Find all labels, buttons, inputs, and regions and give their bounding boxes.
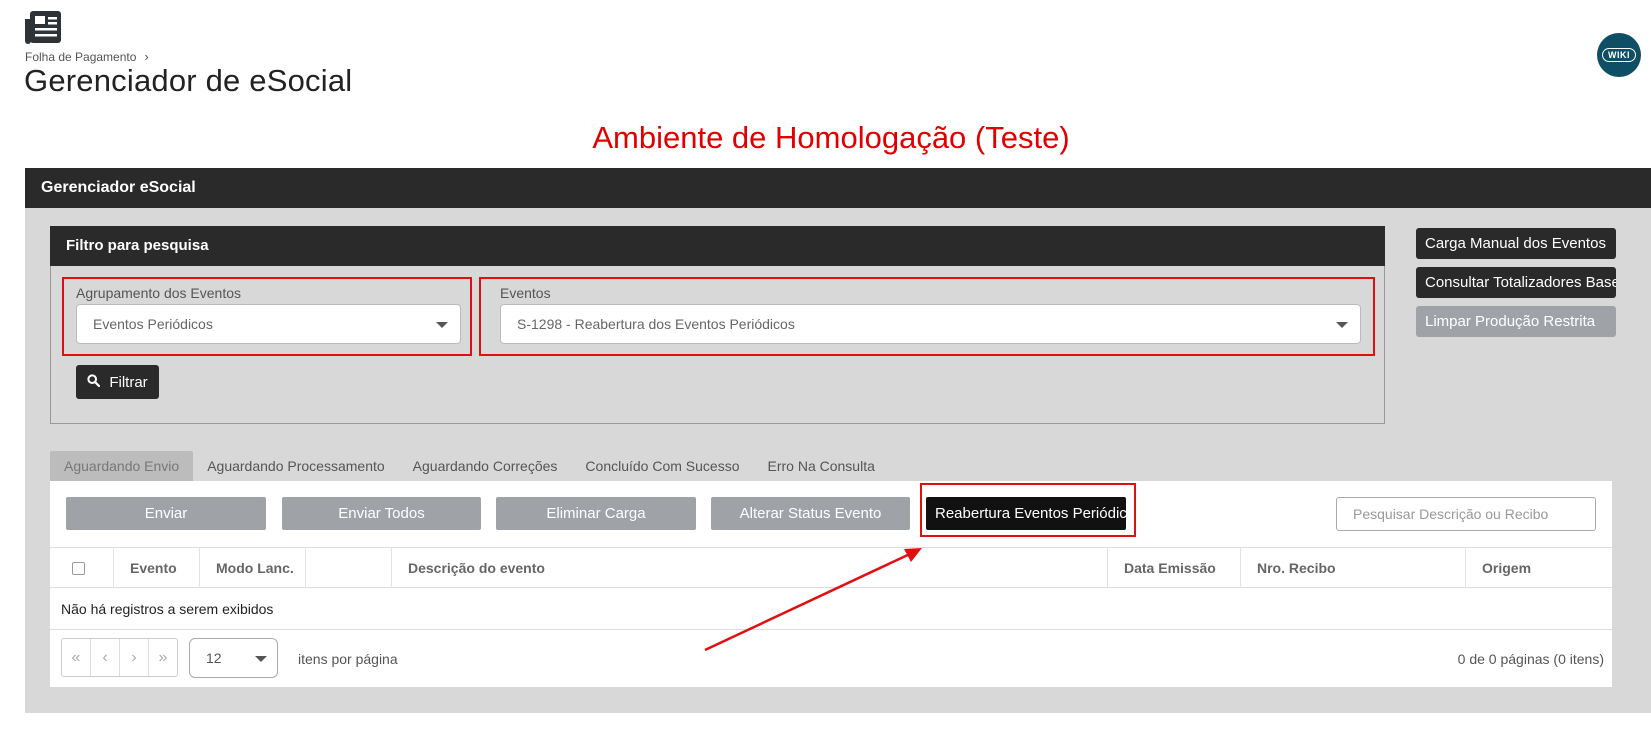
page-size-select[interactable]: 12 [189,638,278,678]
column-header-evento[interactable]: Evento [114,548,200,588]
table-header: Evento Modo Lanc. Descrição do evento Da… [50,547,1612,588]
tab-aguardando-processamento[interactable]: Aguardando Processamento [193,451,398,481]
tab-concluido-com-sucesso[interactable]: Concluído Com Sucesso [571,451,753,481]
divider [50,629,1612,630]
eliminar-carga-button[interactable]: Eliminar Carga [496,497,696,530]
panel-title: Gerenciador eSocial [25,168,1651,208]
agrupamento-value: Eventos Periódicos [93,316,213,332]
column-header-origem[interactable]: Origem [1466,548,1576,588]
eventos-label: Eventos [500,285,551,301]
highlight-box-reabertura [920,483,1136,537]
tab-erro-na-consulta[interactable]: Erro Na Consulta [754,451,889,481]
tab-aguardando-correcoes[interactable]: Aguardando Correções [399,451,572,481]
select-all-column [50,548,114,588]
search-input[interactable] [1336,497,1596,531]
status-tabs: Aguardando Envio Aguardando Processament… [50,451,889,481]
pager-navigation: « ‹ › » [61,638,178,677]
breadcrumb-link[interactable]: Folha de Pagamento [25,50,136,64]
chevron-right-icon: › [144,49,149,64]
filter-button[interactable]: Filtrar [76,365,159,399]
wiki-button[interactable]: WIKI [1597,33,1641,77]
column-header-data-emissao[interactable]: Data Emissão [1108,548,1241,588]
newspaper-icon [24,10,62,44]
column-header-nro-recibo[interactable]: Nro. Recibo [1241,548,1466,588]
caret-down-icon [255,656,267,662]
search-icon [87,373,101,391]
column-header-modo-lanc[interactable]: Modo Lanc. [200,548,306,588]
breadcrumb: Folha de Pagamento › [25,49,149,64]
column-header-blank [306,548,392,588]
wiki-label: WIKI [1602,48,1636,62]
prev-page-icon[interactable]: ‹ [91,639,120,676]
next-page-icon[interactable]: › [120,639,149,676]
last-page-icon[interactable]: » [149,639,177,676]
limpar-producao-button[interactable]: Limpar Produção Restrita [1416,306,1616,337]
environment-banner: Ambiente de Homologação (Teste) [592,120,1070,155]
per-page-label: itens por página [298,651,398,667]
carga-manual-button[interactable]: Carga Manual dos Eventos [1416,228,1616,259]
page-title: Gerenciador de eSocial [24,63,353,98]
enviar-todos-button[interactable]: Enviar Todos [282,497,481,530]
consultar-totalizadores-button[interactable]: Consultar Totalizadores Base [1416,267,1616,298]
eventos-select[interactable]: S-1298 - Reabertura dos Eventos Periódic… [500,304,1361,344]
agrupamento-label: Agrupamento dos Eventos [76,285,241,301]
agrupamento-select[interactable]: Eventos Periódicos [76,304,461,344]
caret-down-icon [1336,322,1348,328]
page-size-value: 12 [206,650,222,666]
eventos-value: S-1298 - Reabertura dos Eventos Periódic… [517,316,795,332]
first-page-icon[interactable]: « [62,639,91,676]
pager-info: 0 de 0 páginas (0 itens) [1457,651,1604,667]
tab-aguardando-envio[interactable]: Aguardando Envio [50,451,194,481]
alterar-status-button[interactable]: Alterar Status Evento [711,497,910,530]
column-header-descricao[interactable]: Descrição do evento [392,548,1108,588]
filter-title: Filtro para pesquisa [50,226,1385,266]
filter-button-label: Filtrar [109,373,148,391]
caret-down-icon [436,322,448,328]
enviar-button[interactable]: Enviar [66,497,266,530]
empty-message: Não há registros a serem exibidos [61,601,274,617]
select-all-checkbox[interactable] [72,562,85,575]
